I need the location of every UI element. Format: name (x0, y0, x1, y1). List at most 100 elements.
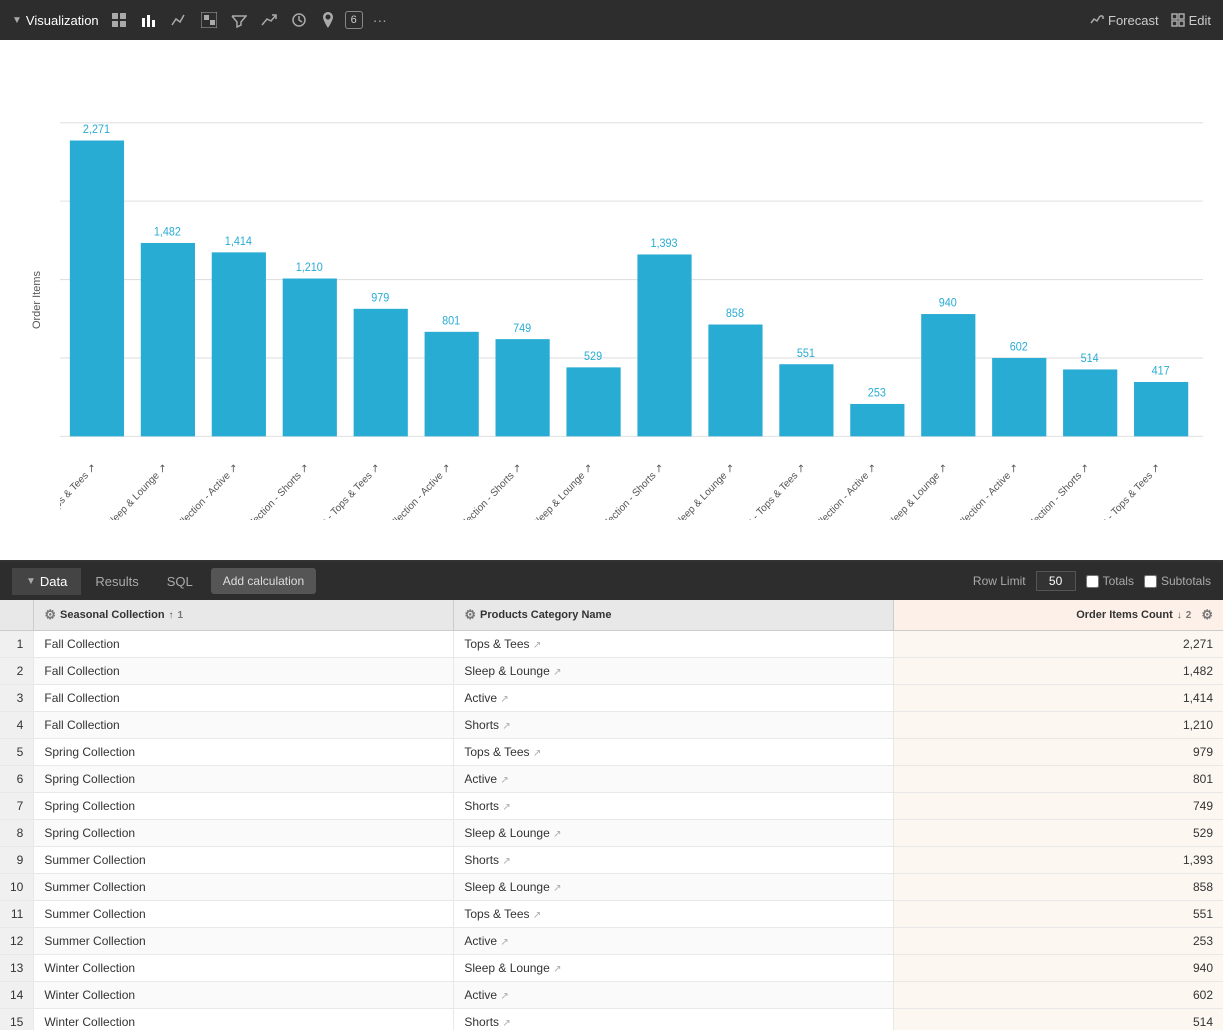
sort-num-seasonal: 1 (178, 610, 184, 621)
row-limit-input[interactable] (1036, 571, 1076, 591)
tab-sql[interactable]: SQL (153, 568, 207, 595)
subtotals-checkbox[interactable] (1144, 575, 1157, 588)
cell-num: 1 (0, 631, 34, 658)
add-calculation-button[interactable]: Add calculation (211, 568, 316, 594)
trend-icon[interactable] (257, 8, 281, 32)
bar-3 (212, 252, 266, 436)
cell-count: 514 (894, 1009, 1223, 1030)
table-row: 3Fall CollectionActive ↗1,414 (0, 685, 1223, 712)
top-toolbar: ▼ Visualization (0, 0, 1223, 40)
y-axis-label: Order Items (31, 271, 43, 329)
cell-count: 749 (894, 793, 1223, 820)
col-header-num (0, 600, 34, 631)
data-toolbar-right: Row Limit Totals Subtotals (973, 571, 1211, 591)
filter-icon[interactable] (227, 8, 251, 32)
settings-icon-seasonal[interactable]: ⚙ (44, 607, 56, 623)
table-view-icon[interactable] (107, 8, 131, 32)
cell-num: 15 (0, 1009, 34, 1030)
cell-num: 8 (0, 820, 34, 847)
sort-up-icon: ↑ (169, 610, 174, 621)
cell-category: Sleep & Lounge ↗ (454, 820, 894, 847)
line-chart-icon[interactable] (167, 8, 191, 32)
col-header-seasonal[interactable]: ⚙ Seasonal Collection ↑ 1 (34, 600, 454, 631)
forecast-button[interactable]: Forecast (1090, 13, 1159, 28)
cell-num: 14 (0, 982, 34, 1009)
svg-text:1,210: 1,210 (296, 262, 323, 274)
forecast-icon (1090, 13, 1104, 27)
table-row: 15Winter CollectionShorts ↗514 (0, 1009, 1223, 1030)
tab-results[interactable]: Results (81, 568, 152, 595)
cell-category: Tops & Tees ↗ (454, 901, 894, 928)
cell-num: 11 (0, 901, 34, 928)
col-header-category[interactable]: ⚙ Products Category Name (454, 600, 894, 631)
svg-text:551: 551 (797, 348, 815, 360)
svg-text:801: 801 (442, 315, 460, 327)
cell-category: Active ↗ (454, 982, 894, 1009)
cell-count: 1,210 (894, 712, 1223, 739)
cell-seasonal: Spring Collection (34, 793, 454, 820)
chart-svg: 0 500 1,000 1,500 2,000 2,271 Fall Colle… (60, 60, 1203, 520)
bar-6 (425, 332, 479, 437)
bar-1 (70, 141, 124, 437)
toolbar-right: Forecast Edit (1090, 13, 1211, 28)
cell-num: 3 (0, 685, 34, 712)
cell-count: 2,271 (894, 631, 1223, 658)
cell-seasonal: Spring Collection (34, 766, 454, 793)
settings-icon-category[interactable]: ⚙ (464, 607, 476, 623)
settings-icon-count[interactable]: ⚙ (1201, 607, 1213, 623)
cell-count: 940 (894, 955, 1223, 982)
svg-text:940: 940 (939, 297, 957, 309)
cell-category: Active ↗ (454, 685, 894, 712)
table-row: 6Spring CollectionActive ↗801 (0, 766, 1223, 793)
svg-text:749: 749 (513, 323, 531, 335)
svg-text:1,414: 1,414 (225, 236, 252, 248)
col-header-count[interactable]: Order Items Count ↓ 2 ⚙ (894, 600, 1223, 631)
cell-seasonal: Summer Collection (34, 847, 454, 874)
cell-count: 1,482 (894, 658, 1223, 685)
cell-num: 5 (0, 739, 34, 766)
seasonal-col-label: Seasonal Collection (60, 609, 165, 621)
cell-seasonal: Winter Collection (34, 1009, 454, 1030)
more-options-icon[interactable]: ··· (369, 8, 391, 32)
svg-text:602: 602 (1010, 341, 1028, 353)
cell-num: 2 (0, 658, 34, 685)
table-row: 11Summer CollectionTops & Tees ↗551 (0, 901, 1223, 928)
cell-seasonal: Summer Collection (34, 901, 454, 928)
cell-category: Sleep & Lounge ↗ (454, 874, 894, 901)
row-limit-label: Row Limit (973, 574, 1026, 588)
clock-icon[interactable] (287, 8, 311, 32)
scatter-icon[interactable] (197, 8, 221, 32)
edit-button[interactable]: Edit (1171, 13, 1211, 28)
svg-text:858: 858 (726, 308, 744, 320)
cell-category: Shorts ↗ (454, 712, 894, 739)
svg-text:Fall Collection - Tops & Tees: Fall Collection - Tops & Tees ↗ (60, 462, 99, 520)
cell-count: 801 (894, 766, 1223, 793)
map-icon[interactable] (317, 8, 339, 32)
cell-num: 12 (0, 928, 34, 955)
svg-text:Fall Collection - Active ↗: Fall Collection - Active ↗ (157, 462, 241, 520)
cell-count: 529 (894, 820, 1223, 847)
table-row: 12Summer CollectionActive ↗253 (0, 928, 1223, 955)
cell-category: Active ↗ (454, 928, 894, 955)
totals-checkbox-label: Totals (1086, 574, 1134, 588)
sort-num-count: 2 (1186, 610, 1192, 621)
subtotals-checkbox-label: Subtotals (1144, 574, 1211, 588)
svg-text:979: 979 (371, 292, 389, 304)
bar-4 (283, 279, 337, 437)
bar-chart-icon[interactable] (137, 8, 161, 32)
dropdown-arrow-icon[interactable]: ▼ (12, 15, 22, 26)
cell-seasonal: Spring Collection (34, 820, 454, 847)
bar-12 (850, 404, 904, 436)
count-badge[interactable]: 6 (345, 11, 363, 29)
table-row: 8Spring CollectionSleep & Lounge ↗529 (0, 820, 1223, 847)
cell-category: Sleep & Lounge ↗ (454, 658, 894, 685)
tab-data[interactable]: ▼ Data (12, 568, 81, 595)
results-table: ⚙ Seasonal Collection ↑ 1 ⚙ Products Cat… (0, 600, 1223, 1030)
totals-checkbox[interactable] (1086, 575, 1099, 588)
cell-seasonal: Spring Collection (34, 739, 454, 766)
cell-category: Tops & Tees ↗ (454, 739, 894, 766)
cell-num: 9 (0, 847, 34, 874)
table-row: 4Fall CollectionShorts ↗1,210 (0, 712, 1223, 739)
cell-category: Sleep & Lounge ↗ (454, 955, 894, 982)
cell-seasonal: Fall Collection (34, 658, 454, 685)
